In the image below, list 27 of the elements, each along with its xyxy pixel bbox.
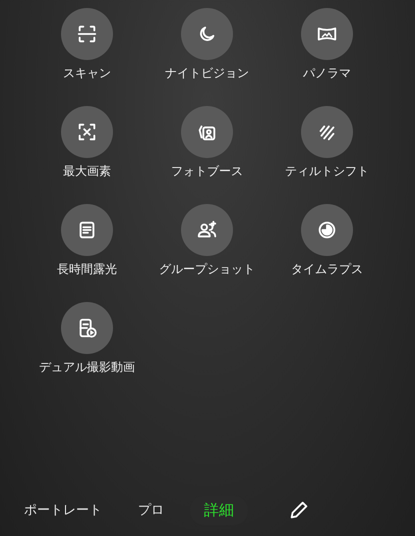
mode-label: スキャン <box>62 66 112 80</box>
mode-button[interactable] <box>61 106 113 158</box>
mode-label: 最大画素 <box>62 164 112 178</box>
mode-button[interactable] <box>181 8 233 60</box>
mode-label: ナイトビジョン <box>164 66 250 80</box>
mode-button[interactable] <box>61 8 113 60</box>
mode-tab[interactable]: ポートレート <box>14 495 112 525</box>
edit-button[interactable] <box>288 499 310 521</box>
mode-button[interactable] <box>301 8 353 60</box>
mode-label: 長時間露光 <box>56 262 118 276</box>
pencil-icon <box>288 499 310 521</box>
mode-label: タイムラプス <box>290 262 364 276</box>
mode-label: ティルトシフト <box>284 164 370 178</box>
mode-label: グループショット <box>158 262 256 276</box>
mode-button[interactable] <box>181 106 233 158</box>
mode-button[interactable] <box>301 204 353 256</box>
mode-button[interactable] <box>181 204 233 256</box>
focus-icon <box>76 121 98 143</box>
mode-label: パノラマ <box>302 66 352 80</box>
mode-button[interactable] <box>61 204 113 256</box>
timer-icon <box>316 219 338 241</box>
scan-icon <box>76 23 98 45</box>
mode-button[interactable] <box>61 302 113 354</box>
mode-button[interactable] <box>301 106 353 158</box>
mode-tab[interactable]: プロ <box>128 495 174 525</box>
mode-label: フォトブース <box>170 164 244 178</box>
mode-label: デュアル撮影動画 <box>38 360 136 374</box>
